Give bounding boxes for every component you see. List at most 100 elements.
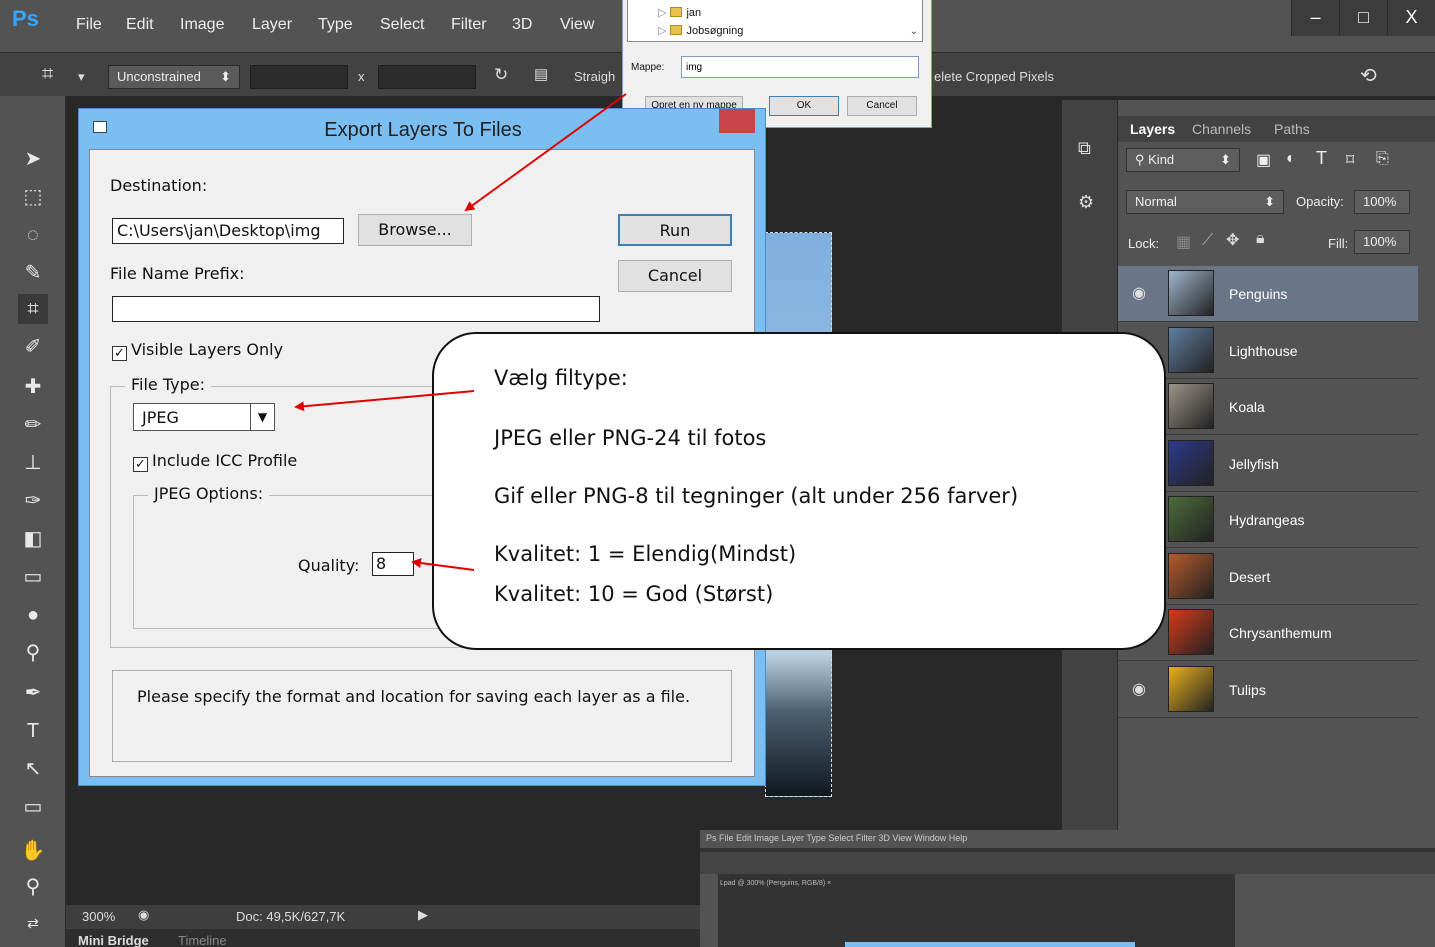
layer-name: Hydrangeas: [1229, 512, 1305, 528]
visibility-eye-icon[interactable]: ◉: [1132, 283, 1146, 303]
tool-preset-chevron-icon[interactable]: ▾: [78, 69, 85, 85]
layer-thumbnail: [1168, 609, 1214, 655]
reset-icon[interactable]: ⟲: [1360, 63, 1377, 88]
fill-label: Fill:: [1328, 236, 1349, 251]
menu-3d[interactable]: 3D: [512, 16, 532, 34]
fill-input[interactable]: 100%: [1354, 230, 1410, 254]
maximize-button[interactable]: □: [1339, 0, 1387, 36]
path-select-tool-icon[interactable]: ↖: [18, 754, 48, 784]
menu-select[interactable]: Select: [380, 16, 424, 34]
mini-layers-panel: [1235, 874, 1435, 947]
lock-pixels-icon[interactable]: ▦: [1176, 232, 1191, 252]
ratio-select[interactable]: Unconstrained ⬍: [108, 65, 240, 89]
marquee-tool-icon[interactable]: ⬚: [18, 182, 48, 212]
hand-tool-icon[interactable]: ✋: [18, 836, 48, 866]
ok-button[interactable]: OK: [769, 96, 839, 116]
prefix-input[interactable]: [112, 296, 600, 322]
crop-separator: x: [358, 69, 365, 84]
minimize-button[interactable]: –: [1291, 0, 1339, 36]
tree-item-jobsogning[interactable]: ▷ Jobsøgning: [658, 24, 743, 37]
dialog-close-button[interactable]: [719, 109, 755, 133]
menu-image[interactable]: Image: [180, 16, 224, 34]
delete-cropped-label[interactable]: elete Cropped Pixels: [934, 69, 1054, 84]
folder-icon: [670, 25, 683, 35]
layer-name: Chrysanthemum: [1229, 625, 1332, 641]
tab-layers[interactable]: Layers: [1130, 121, 1175, 137]
layers-panel-tabs: Layers Channels Paths: [1118, 116, 1435, 142]
zoom-tool-icon[interactable]: ⚲: [18, 872, 48, 902]
eyedropper-tool-icon[interactable]: ✐: [18, 332, 48, 362]
filter-smart-icon[interactable]: ⎘: [1376, 150, 1389, 168]
lock-position-icon[interactable]: ✥: [1226, 230, 1239, 250]
menu-layer[interactable]: Layer: [252, 16, 292, 34]
type-tool-icon[interactable]: T: [18, 716, 48, 746]
visibility-eye-icon[interactable]: ◉: [1132, 679, 1146, 699]
filter-pixel-icon[interactable]: ▣: [1256, 150, 1271, 170]
lock-all-icon[interactable]: 🔒︎: [1256, 230, 1265, 248]
tab-channels[interactable]: Channels: [1192, 121, 1251, 137]
menu-edit[interactable]: Edit: [126, 16, 154, 34]
browse-button[interactable]: Browse...: [358, 214, 472, 246]
history-panel-icon[interactable]: ⧉: [1078, 138, 1091, 159]
quality-input[interactable]: 8: [372, 552, 414, 576]
scroll-down-icon[interactable]: ⌄: [910, 26, 918, 37]
straighten-label[interactable]: Straigh: [574, 69, 615, 84]
close-button[interactable]: X: [1387, 0, 1435, 36]
filter-adjust-icon[interactable]: ◐: [1286, 150, 1296, 168]
properties-panel-icon[interactable]: ⚙: [1078, 192, 1094, 213]
layer-row[interactable]: ◉ Penguins: [1118, 266, 1418, 322]
crop-width-input[interactable]: [250, 65, 348, 89]
straighten-icon[interactable]: ▤: [534, 65, 548, 83]
cancel-button[interactable]: Cancel: [618, 260, 732, 292]
eraser-tool-icon[interactable]: ◧: [18, 524, 48, 554]
blur-tool-icon[interactable]: ●: [18, 600, 48, 630]
layer-filter-select[interactable]: ⚲ Kind ⬍: [1126, 148, 1240, 172]
tab-mini-bridge[interactable]: Mini Bridge: [78, 933, 149, 947]
swap-colors-icon[interactable]: ⇄: [18, 908, 48, 938]
run-button[interactable]: Run: [618, 214, 732, 246]
visible-only-checkbox[interactable]: ✓ Visible Layers Only: [112, 340, 283, 361]
tab-paths[interactable]: Paths: [1274, 121, 1310, 137]
tree-item-jan[interactable]: ▷ jan: [658, 6, 701, 19]
quick-select-tool-icon[interactable]: ✎: [18, 258, 48, 288]
menu-file[interactable]: File: [76, 16, 102, 34]
file-type-select[interactable]: JPEG ▼: [133, 403, 275, 431]
jpeg-options-label: JPEG Options:: [148, 484, 270, 503]
crop-tool-icon[interactable]: ⌗: [42, 63, 53, 86]
layer-thumbnail: [1168, 552, 1214, 599]
crop-tool-icon[interactable]: ⌗: [18, 294, 48, 324]
help-text: Please specify the format and location f…: [137, 687, 691, 706]
brush-tool-icon[interactable]: ✏: [18, 410, 48, 440]
dodge-tool-icon[interactable]: ⚲: [18, 638, 48, 668]
mini-doc-tab: Lpad @ 300% (Penguins, RGB/8) ×: [720, 880, 832, 887]
gradient-tool-icon[interactable]: ▭: [18, 562, 48, 592]
zoom-level[interactable]: 300%: [82, 909, 115, 924]
status-menu-arrow-icon[interactable]: ▶: [418, 907, 428, 923]
destination-input[interactable]: C:\Users\jan\Desktop\img: [112, 218, 344, 244]
crop-height-input[interactable]: [378, 65, 476, 89]
stamp-tool-icon[interactable]: ⊥: [18, 448, 48, 478]
pen-tool-icon[interactable]: ✒: [18, 678, 48, 708]
lasso-tool-icon[interactable]: ◌: [18, 220, 48, 250]
include-icc-checkbox[interactable]: ✓ Include ICC Profile: [133, 451, 297, 472]
photoshop-logo: Ps: [12, 6, 39, 31]
menu-type[interactable]: Type: [318, 16, 353, 34]
shape-tool-icon[interactable]: ▭: [18, 792, 48, 822]
folder-cancel-button[interactable]: Cancel: [847, 96, 917, 116]
blend-mode-select[interactable]: Normal ⬍: [1126, 190, 1284, 214]
status-info-icon[interactable]: ◉: [138, 907, 149, 923]
lock-brush-icon[interactable]: ⟋: [1202, 232, 1213, 250]
opacity-input[interactable]: 100%: [1354, 190, 1410, 214]
filter-type-icon[interactable]: T: [1316, 148, 1327, 169]
tab-timeline[interactable]: Timeline: [178, 933, 227, 947]
folder-name-input[interactable]: [681, 56, 919, 78]
healing-tool-icon[interactable]: ✚: [18, 372, 48, 402]
callout-line-4: Kvalitet: 10 = God (Størst): [494, 582, 774, 606]
menu-view[interactable]: View: [560, 16, 594, 34]
swap-icon[interactable]: ↻: [494, 65, 508, 85]
move-tool-icon[interactable]: ➤: [18, 144, 48, 174]
filter-shape-icon[interactable]: ⌑: [1346, 150, 1354, 170]
history-brush-tool-icon[interactable]: ✑: [18, 486, 48, 516]
layer-row[interactable]: ◉ Tulips: [1118, 661, 1418, 718]
menu-filter[interactable]: Filter: [451, 16, 487, 34]
